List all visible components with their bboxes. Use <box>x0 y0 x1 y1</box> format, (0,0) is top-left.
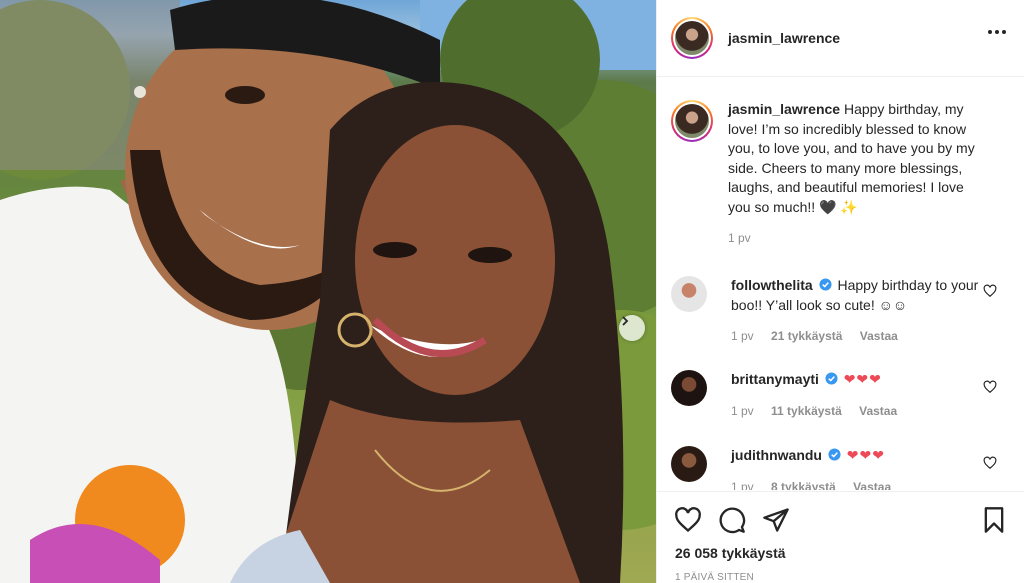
heart-icon[interactable] <box>674 506 702 534</box>
share-icon[interactable] <box>762 506 790 534</box>
comment-like-heart-icon[interactable] <box>983 380 997 394</box>
comment-item: brittanymayti ❤❤❤ 1 pv 11 tykkäystä Vast… <box>671 370 1011 421</box>
comment-reply-button[interactable]: Vastaa <box>853 480 891 491</box>
comment-likes[interactable]: 21 tykkäystä <box>771 329 842 343</box>
comment-age[interactable]: 1 pv <box>731 329 754 343</box>
caption-text: Happy birthday, my love! I’m so incredib… <box>728 101 975 215</box>
carousel-next-button[interactable] <box>619 315 645 341</box>
comment-age[interactable]: 1 pv <box>731 404 754 418</box>
caption-meta: 1 pv <box>728 229 986 249</box>
comment-username[interactable]: followthelita <box>731 277 813 293</box>
post-panel: jasmin_lawrence jasmin_lawrence Happy bi… <box>656 0 1024 583</box>
verified-badge-icon <box>825 372 838 385</box>
post-header: jasmin_lawrence <box>657 0 1024 77</box>
comments-list[interactable]: jasmin_lawrence Happy birthday, my love!… <box>657 78 1024 490</box>
comment-like-heart-icon[interactable] <box>983 284 997 298</box>
chevron-right-icon <box>622 316 629 326</box>
more-options-icon[interactable] <box>988 30 1006 34</box>
comment-meta: 1 pv 8 tykkäystä Vastaa <box>731 478 979 491</box>
comment-item: judithnwandu ❤❤❤ 1 pv 8 tykkäystä Vastaa <box>671 446 1011 490</box>
comment-avatar[interactable] <box>671 276 707 312</box>
comment-text: ❤❤❤ <box>846 447 885 463</box>
verified-badge-icon <box>819 278 832 291</box>
comment-age[interactable]: 1 pv <box>731 480 754 491</box>
comment-reply-button[interactable]: Vastaa <box>859 404 897 418</box>
comment-meta: 1 pv 11 tykkäystä Vastaa <box>731 402 979 422</box>
author-username[interactable]: jasmin_lawrence <box>728 30 840 46</box>
post-caption: jasmin_lawrence Happy birthday, my love!… <box>671 100 986 249</box>
likes-count[interactable]: 26 058 tykkäystä <box>675 545 786 561</box>
comment-username[interactable]: judithnwandu <box>731 447 822 463</box>
comment-item: followthelita Happy birthday to your boo… <box>671 276 1011 347</box>
post-photo[interactable] <box>0 0 656 583</box>
comment-likes[interactable]: 8 tykkäystä <box>771 480 836 491</box>
photo-illustration <box>0 0 656 583</box>
post-actions: 26 058 tykkäystä 1 PÄIVÄ SITTEN <box>657 491 1024 583</box>
comment-reply-button[interactable]: Vastaa <box>860 329 898 343</box>
comment-avatar[interactable] <box>671 446 707 482</box>
caption-age[interactable]: 1 pv <box>728 231 751 245</box>
comment-icon[interactable] <box>718 506 746 534</box>
comment-like-heart-icon[interactable] <box>983 456 997 470</box>
post-timestamp[interactable]: 1 PÄIVÄ SITTEN <box>675 572 754 583</box>
comment-meta: 1 pv 21 tykkäystä Vastaa <box>731 327 979 347</box>
verified-badge-icon <box>828 448 841 461</box>
comment-likes[interactable]: 11 tykkäystä <box>771 404 842 418</box>
caption-username[interactable]: jasmin_lawrence <box>728 101 840 117</box>
caption-avatar[interactable] <box>671 100 713 142</box>
comment-username[interactable]: brittanymayti <box>731 371 819 387</box>
bookmark-icon[interactable] <box>980 506 1008 534</box>
author-avatar[interactable] <box>671 17 713 59</box>
comment-text: ❤❤❤ <box>843 371 882 387</box>
comment-avatar[interactable] <box>671 370 707 406</box>
